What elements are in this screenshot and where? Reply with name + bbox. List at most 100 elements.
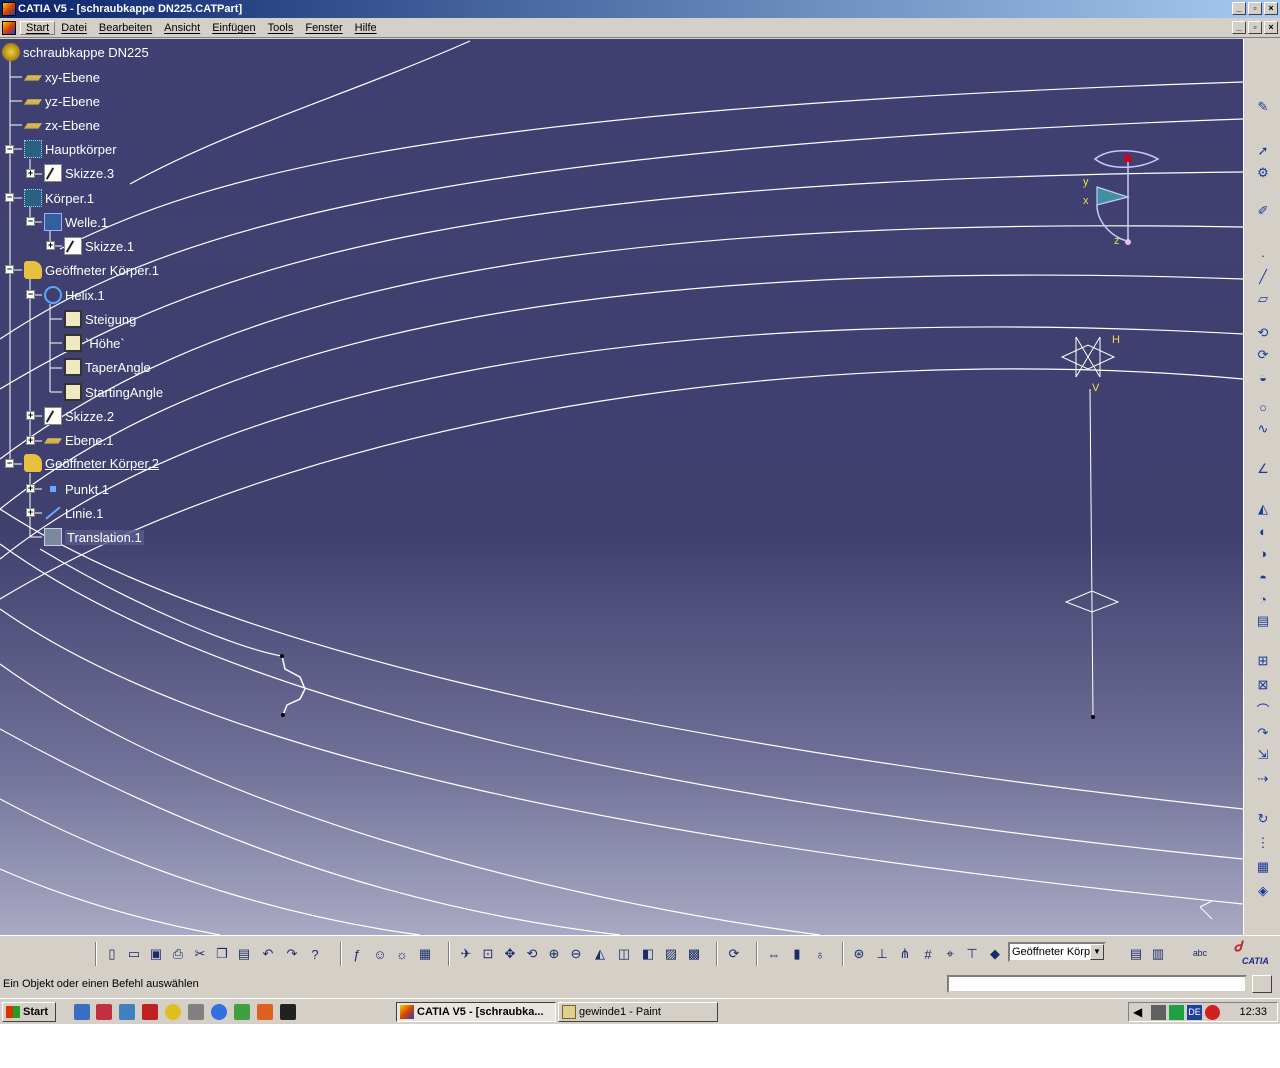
network-icon[interactable] <box>1151 1005 1166 1020</box>
tree-item-welle1[interactable]: Welle.1 <box>44 213 108 231</box>
paste-icon[interactable]: ▤ <box>234 944 254 964</box>
pattern-icon[interactable]: ⋮ <box>1253 833 1273 853</box>
inertia-icon[interactable]: ♁ <box>810 944 830 964</box>
desktop-icon[interactable] <box>74 1004 90 1020</box>
help-icon[interactable]: ? <box>305 944 325 964</box>
close-button[interactable]: × <box>1264 2 1278 15</box>
swap-space-icon[interactable]: ▩ <box>684 944 704 964</box>
tree-item-translation1[interactable]: Translation.1 <box>44 528 144 546</box>
tree-item-yz-plane[interactable]: yz-Ebene <box>24 92 100 110</box>
chevron-down-icon[interactable]: ▼ <box>1090 944 1104 960</box>
point-icon[interactable]: · <box>1253 245 1273 265</box>
fit-all-icon[interactable]: ⊡ <box>478 944 498 964</box>
axis-end-point[interactable] <box>1091 715 1095 719</box>
abc-icon[interactable]: ᵃᵇᶜ <box>1190 944 1210 964</box>
doc-close-button[interactable]: × <box>1264 21 1278 34</box>
isometric-view-icon[interactable]: ◫ <box>614 944 634 964</box>
revolve-icon[interactable]: ◐ <box>1253 521 1273 541</box>
tree-item-skizze1[interactable]: Skizze.1 <box>64 237 134 255</box>
menu-start[interactable]: Start <box>20 21 56 35</box>
work-on-support-icon[interactable]: ⌖ <box>940 944 960 964</box>
expand-linie1[interactable]: + <box>26 508 35 517</box>
zoom-in-icon[interactable]: ⊕ <box>544 944 564 964</box>
quicklaunch-app-icon[interactable] <box>280 1004 296 1020</box>
hide-show-icon[interactable]: ▨ <box>661 944 681 964</box>
copy-icon[interactable]: ❐ <box>212 944 232 964</box>
tree-item-skizze2[interactable]: Skizze.2 <box>44 407 114 425</box>
quicklaunch-app-icon[interactable] <box>257 1004 273 1020</box>
tree-item-linie1[interactable]: Linie.1 <box>44 504 103 522</box>
normal-view-icon[interactable]: ◭ <box>590 944 610 964</box>
tree-reorder-icon[interactable]: ⋔ <box>895 944 915 964</box>
undo-icon[interactable]: ↶ <box>258 944 278 964</box>
language-indicator[interactable]: DE <box>1187 1005 1202 1020</box>
rotate-icon[interactable]: ⟲ <box>522 944 542 964</box>
quicklaunch-app-icon[interactable] <box>188 1004 204 1020</box>
ordered-geoset-icon[interactable]: ▥ <box>1148 944 1168 964</box>
sketch-icon[interactable]: ✐ <box>1253 201 1273 221</box>
measure-between-icon[interactable]: ⇔ <box>764 944 784 964</box>
tree-item-punkt1[interactable]: Punkt.1 <box>44 480 109 498</box>
tree-item-ebene1[interactable]: Ebene.1 <box>44 431 113 449</box>
menu-hilfe[interactable]: Hilfe <box>349 22 383 34</box>
extrude-icon[interactable]: ◭ <box>1253 499 1273 519</box>
plane-icon[interactable]: ▱ <box>1253 289 1273 309</box>
thread-profile-sketch[interactable] <box>281 655 306 716</box>
restore-button[interactable]: ▫ <box>1248 2 1262 15</box>
zoom-out-icon[interactable]: ⊖ <box>566 944 586 964</box>
select-icon[interactable]: ➚ <box>1253 141 1273 161</box>
menu-fenster[interactable]: Fenster <box>299 22 348 34</box>
loft-icon[interactable]: ◔ <box>1253 589 1273 609</box>
shading-icon[interactable]: ◧ <box>638 944 658 964</box>
tree-item-taperangle[interactable]: TaperAngle <box>64 358 151 376</box>
save-icon[interactable]: ▣ <box>146 944 166 964</box>
expand-skizze1[interactable]: + <box>46 241 55 250</box>
tree-item-zx-plane[interactable]: zx-Ebene <box>24 116 100 134</box>
connect-curve-icon[interactable]: ∠ <box>1253 459 1273 479</box>
formula-icon[interactable]: ƒ <box>347 944 367 964</box>
extract-icon[interactable]: ⇲ <box>1253 745 1273 765</box>
expand-skizze3[interactable]: + <box>26 169 35 178</box>
command-input[interactable] <box>947 975 1247 993</box>
tree-item-geoset2[interactable]: Geöffneter Körper.2 <box>24 454 159 472</box>
collapse-geoset1[interactable]: − <box>5 265 14 274</box>
axis-system-icon[interactable]: ⊥ <box>872 944 892 964</box>
doc-minimize-button[interactable]: _ <box>1232 21 1246 34</box>
insert-geoset-icon[interactable]: ◆ <box>985 944 1005 964</box>
tree-item-startingangle[interactable]: StartingAngle <box>64 383 163 401</box>
blend-icon[interactable]: ▤ <box>1253 611 1273 631</box>
boundary-icon[interactable]: ↷ <box>1253 723 1273 743</box>
browser-icon[interactable] <box>211 1004 227 1020</box>
menu-einfuegen[interactable]: Einfügen <box>206 22 261 34</box>
tree-item-steigung[interactable]: Steigung <box>64 310 136 328</box>
cut-icon[interactable]: ✂ <box>190 944 210 964</box>
document-icon[interactable] <box>2 21 16 35</box>
translate-icon[interactable]: ⇢ <box>1253 769 1273 789</box>
circle-icon[interactable]: ○ <box>1253 397 1273 417</box>
intersection-icon[interactable]: ⟳ <box>1253 345 1273 365</box>
graph-tree-icon[interactable]: ⊤ <box>962 944 982 964</box>
quicklaunch-app-icon[interactable] <box>234 1004 250 1020</box>
collapse-hauptkoerper[interactable]: − <box>5 145 14 154</box>
task-paint[interactable]: gewinde1 - Paint <box>558 1002 718 1022</box>
menu-tools[interactable]: Tools <box>262 22 300 34</box>
snap-icon[interactable]: ⊛ <box>849 944 869 964</box>
sweep-icon[interactable]: ◑ <box>1253 543 1273 563</box>
grid-icon[interactable]: # <box>918 944 938 964</box>
sketcher-icon[interactable]: ✎ <box>1253 97 1273 117</box>
tree-item-koerper1[interactable]: Körper.1 <box>24 189 94 207</box>
collapse-welle1[interactable]: − <box>26 217 35 226</box>
tree-item-geoset1[interactable]: Geöffneter Körper.1 <box>24 261 159 279</box>
tray-app-icon[interactable] <box>1205 1005 1220 1020</box>
tray-app-icon[interactable] <box>1169 1005 1184 1020</box>
catia-app-icon[interactable] <box>2 2 16 16</box>
fill-icon[interactable]: ◓ <box>1253 567 1273 587</box>
media-player-icon[interactable] <box>165 1004 181 1020</box>
quicklaunch-app-icon[interactable] <box>96 1004 112 1020</box>
tree-item-hoehe[interactable]: `Höhe` <box>64 334 125 352</box>
redo-icon[interactable]: ↷ <box>282 944 302 964</box>
tree-item-xy-plane[interactable]: xy-Ebene <box>24 68 100 86</box>
catalog-icon[interactable]: ▦ <box>1253 857 1273 877</box>
menu-bearbeiten[interactable]: Bearbeiten <box>93 22 158 34</box>
repeat-icon[interactable]: ↻ <box>1253 809 1273 829</box>
